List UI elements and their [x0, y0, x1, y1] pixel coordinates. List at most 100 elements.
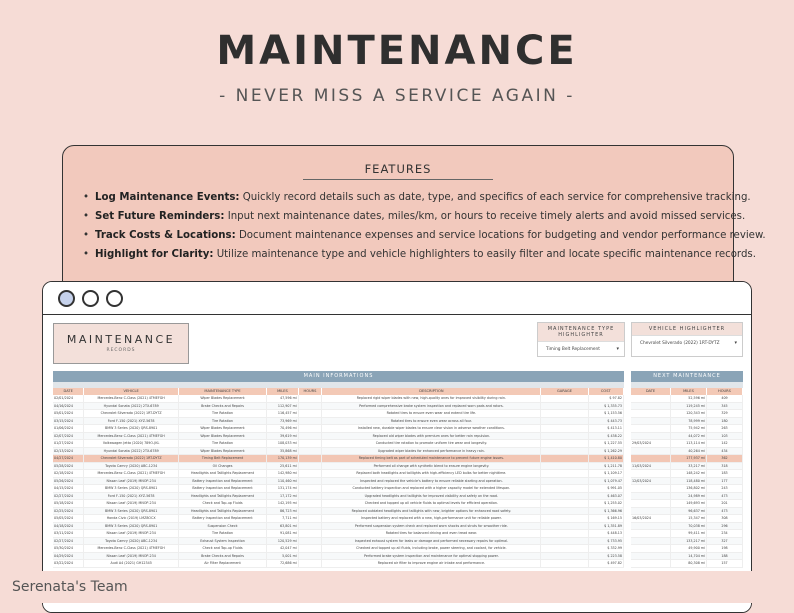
cell-next-date[interactable]	[631, 402, 671, 409]
cell-next-date[interactable]	[631, 447, 671, 454]
table-row[interactable]: 03/15/2024 Ford F-150 (2021) XYZ-5678 Tire…	[53, 417, 624, 425]
cell-next-hours[interactable]: 198	[707, 545, 743, 552]
table-row[interactable]: 12/03/2024 118,480 mi 177	[631, 477, 743, 485]
cell-description[interactable]: Conducted battery inspection and replace…	[322, 485, 542, 492]
column-header[interactable]: MILES	[267, 388, 299, 395]
cell-maintenance-type[interactable]: Headlights and Taillights Replacement	[179, 507, 268, 514]
table-row[interactable]: 04/15/2024 BMW 3 Series (2020) QRS-8901 Ba…	[53, 485, 624, 493]
cell-next-miles[interactable]: 52,596 mi	[671, 395, 707, 402]
cell-maintenance-type[interactable]: Tire Rotation	[179, 440, 268, 447]
cell-miles[interactable]: 25,611 mi	[267, 462, 299, 469]
cell-hours[interactable]	[299, 462, 323, 469]
table-row[interactable]: 03/11/2024 Nissan Leaf (2019) MNOP-234 Tir…	[53, 530, 624, 538]
cell-description[interactable]: Upgraded headlights and taillights for i…	[322, 492, 542, 499]
table-row[interactable]: 02/01/2024 Mercedes-Benz C-Class (2021) 4…	[53, 395, 624, 403]
cell-garage[interactable]	[541, 560, 589, 567]
cell-next-date[interactable]: 12/03/2024	[631, 477, 671, 484]
cell-miles[interactable]: 142,195 mi	[267, 500, 299, 507]
cell-maintenance-type[interactable]: Wiper Blades Replacement	[179, 447, 268, 454]
cell-date[interactable]: 05/05/2024	[53, 515, 85, 522]
cell-vehicle[interactable]: Nissan Leaf (2019) MNOP-234	[84, 500, 179, 507]
table-row[interactable]: 120,343 mi 329	[631, 410, 743, 418]
cell-description[interactable]: Performed oil change with synthetic blen…	[322, 462, 542, 469]
cell-garage[interactable]	[541, 417, 589, 424]
cell-garage[interactable]	[541, 492, 589, 499]
table-row[interactable]: 149,693 mi 201	[631, 500, 743, 508]
cell-description[interactable]: Inspected exhaust system for leaks or da…	[322, 537, 542, 544]
cell-cost[interactable]: $ 463.07	[589, 492, 624, 499]
cell-hours[interactable]	[299, 432, 323, 439]
cell-maintenance-type[interactable]: Wiper Blades Replacement	[179, 425, 268, 432]
column-header[interactable]: DATE	[631, 388, 671, 395]
cell-maintenance-type[interactable]: Headlights and Taillights Replacement	[179, 470, 268, 477]
cell-date[interactable]: 03/11/2024	[53, 530, 85, 537]
table-row[interactable]: 16/03/2024 15,347 mi 308	[631, 515, 743, 523]
cell-garage[interactable]	[541, 440, 589, 447]
cell-vehicle[interactable]: BMW 3 Series (2020) QRS-8901	[84, 485, 179, 492]
cell-next-date[interactable]	[631, 492, 671, 499]
table-row[interactable]: 29/03/2024 113,114 mi 142	[631, 440, 743, 448]
cell-miles[interactable]: 73,969 mi	[267, 417, 299, 424]
table-row[interactable]: 02/25/2024 BMW 3 Series (2020) QRS-8901 He…	[53, 507, 624, 515]
cell-garage[interactable]	[541, 395, 589, 402]
cell-hours[interactable]	[299, 530, 323, 537]
cell-date[interactable]: 02/07/2024	[53, 432, 85, 439]
cell-description[interactable]: Replaced rigid wiper blades with new, hi…	[322, 395, 542, 402]
cell-vehicle[interactable]: Mercedes-Benz C-Class (2021) 4TMEFGH	[84, 395, 179, 402]
cell-hours[interactable]	[299, 552, 323, 559]
cell-next-date[interactable]	[631, 545, 671, 552]
table-row[interactable]: 04/16/2024 Hyundai Sonata (2022) 2TX-6789…	[53, 402, 624, 410]
cell-next-hours[interactable]: 180	[707, 417, 743, 424]
cell-garage[interactable]	[541, 470, 589, 477]
cell-next-miles[interactable]: 148,242 mi	[671, 470, 707, 477]
table-row[interactable]: 05/26/2024 Nissan Leaf (2019) MNOP-234 Bat…	[53, 477, 624, 485]
cell-hours[interactable]	[299, 440, 323, 447]
cell-next-date[interactable]: 29/03/2024	[631, 440, 671, 447]
cell-miles[interactable]: 86,723 mi	[267, 507, 299, 514]
cell-date[interactable]: 01/27/2024	[53, 440, 85, 447]
cell-cost[interactable]: $ 1,351.89	[589, 522, 624, 529]
cell-hours[interactable]	[299, 522, 323, 529]
cell-description[interactable]: Replaced timing belt as part of schedule…	[322, 455, 542, 462]
cell-next-date[interactable]	[631, 410, 671, 417]
cell-hours[interactable]	[299, 402, 323, 409]
cell-miles[interactable]: 63,801 mi	[267, 522, 299, 529]
cell-vehicle[interactable]: Ford F-150 (2021) XYZ-5678	[84, 492, 179, 499]
cell-description[interactable]: Checked and topped up all fluids, includ…	[322, 545, 542, 552]
cell-garage[interactable]	[541, 477, 589, 484]
cell-next-miles[interactable]: 44,072 mi	[671, 432, 707, 439]
cell-garage[interactable]	[541, 410, 589, 417]
table-row[interactable]: 05/01/2024 Chevrolet Silverado (2022) 1RT…	[53, 410, 624, 418]
cell-maintenance-type[interactable]: Battery Inspection and Replacement	[179, 477, 268, 484]
cell-cost[interactable]: $ 438.22	[589, 432, 624, 439]
cell-next-miles[interactable]: 120,343 mi	[671, 410, 707, 417]
cell-hours[interactable]	[299, 470, 323, 477]
cell-date[interactable]: 02/27/2024	[53, 492, 85, 499]
table-row[interactable]: 119,245 mi 345	[631, 402, 743, 410]
cell-maintenance-type[interactable]: Brake Checks and Repairs	[179, 402, 268, 409]
cell-vehicle[interactable]: Mercedes-Benz C-Class (2021) 4TMEFGH	[84, 432, 179, 439]
cell-maintenance-type[interactable]: Exhaust System Inspection	[179, 537, 268, 544]
cell-next-hours[interactable]: 308	[707, 515, 743, 522]
cell-miles[interactable]: 39,619 mi	[267, 432, 299, 439]
table-row[interactable]: 05/28/2024 Toyota Camry (2020) ABC-1234 Oi…	[53, 462, 624, 470]
cell-garage[interactable]	[541, 537, 589, 544]
cell-maintenance-type[interactable]: Wiper Blades Replacement	[179, 395, 268, 402]
cell-miles[interactable]: 35,868 mi	[267, 447, 299, 454]
cell-cost[interactable]: $ 1,153.56	[589, 410, 624, 417]
cell-maintenance-type[interactable]: Headlights and Taillights Replacement	[179, 492, 268, 499]
cell-next-date[interactable]	[631, 417, 671, 424]
cell-next-miles[interactable]: 118,480 mi	[671, 477, 707, 484]
cell-vehicle[interactable]: Nissan Leaf (2019) MNOP-234	[84, 552, 179, 559]
cell-vehicle[interactable]: Mercedes-Benz C-Class (2021) 4TMEFGH	[84, 545, 179, 552]
cell-maintenance-type[interactable]: Tire Rotation	[179, 417, 268, 424]
cell-date[interactable]: 05/18/2024	[53, 500, 85, 507]
cell-next-date[interactable]	[631, 552, 671, 559]
cell-maintenance-type[interactable]: Suspension Check	[179, 522, 268, 529]
cell-description[interactable]: Replaced outdated headlights and taillig…	[322, 507, 542, 514]
cell-next-miles[interactable]: 49,900 mi	[671, 545, 707, 552]
cell-miles[interactable]: 17,172 mi	[267, 492, 299, 499]
cell-next-date[interactable]	[631, 395, 671, 402]
cell-cost[interactable]: $ 332.99	[589, 545, 624, 552]
cell-next-miles[interactable]: 24,989 mi	[671, 492, 707, 499]
